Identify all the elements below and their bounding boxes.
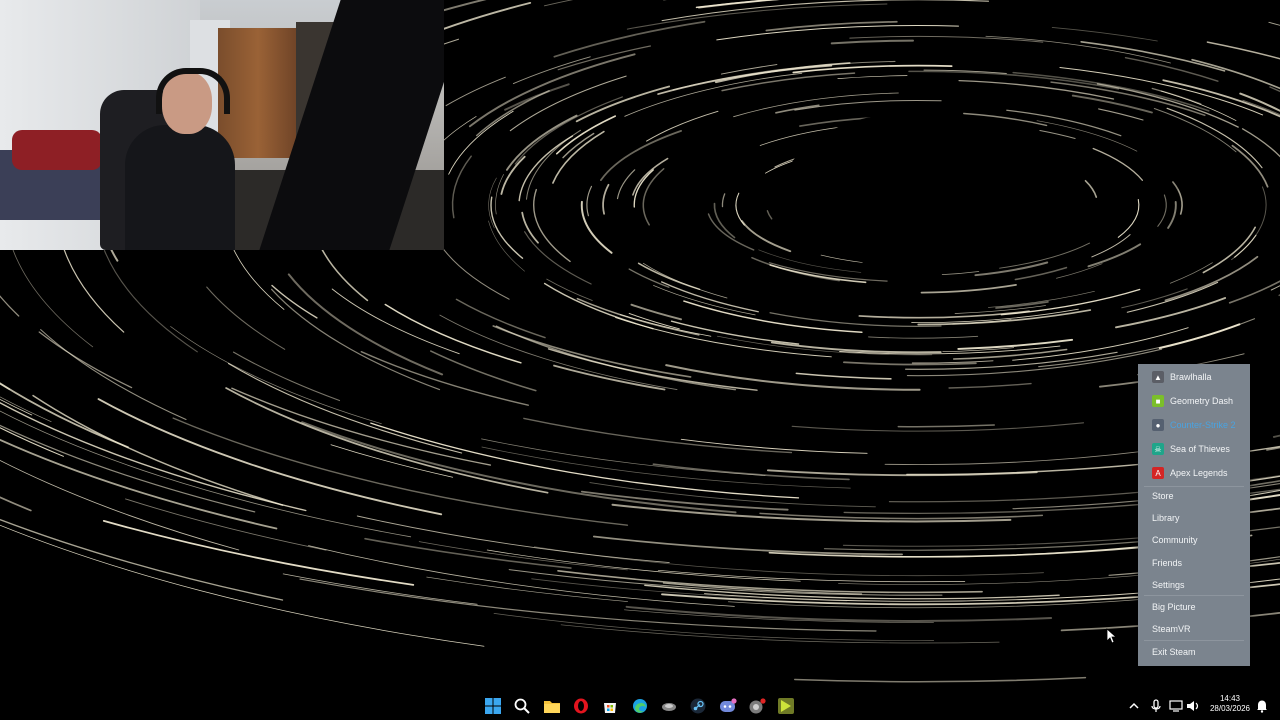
menu-game-label: Apex Legends [1170,468,1228,478]
clock-time: 14:43 [1219,694,1241,703]
search-icon[interactable] [512,696,532,716]
menu-item-library[interactable]: Library [1152,510,1242,526]
menu-game-apex-legends[interactable]: A Apex Legends [1138,463,1250,483]
menu-game-brawlhalla[interactable]: ▲ Brawlhalla [1138,367,1250,387]
file-explorer-icon[interactable] [542,696,562,716]
menu-item-settings[interactable]: Settings [1152,577,1242,593]
apex-legends-icon: A [1152,467,1164,479]
microphone-icon[interactable] [1146,696,1166,716]
menu-game-label: Geometry Dash [1170,396,1234,406]
volume-icon[interactable] [1183,696,1203,716]
app-icon-3[interactable] [776,696,796,716]
menu-game-geometry-dash[interactable]: ■ Geometry Dash [1138,391,1250,411]
menu-item-steamvr[interactable]: SteamVR [1152,621,1242,637]
webcam-overlay [0,0,444,250]
notification-icon[interactable] [1252,696,1272,716]
opera-icon[interactable] [571,696,591,716]
menu-item-community[interactable]: Community [1152,532,1242,548]
menu-game-label: Counter-Strike 2 [1170,420,1236,430]
black-hole [783,112,1053,268]
chevron-up-icon[interactable] [1124,696,1144,716]
menu-game-counter-strike-2[interactable]: ● Counter-Strike 2 [1138,415,1250,435]
app-icon-2[interactable] [747,696,767,716]
menu-separator [1144,595,1244,596]
menu-separator [1144,486,1244,487]
menu-item-big-picture[interactable]: Big Picture [1152,599,1242,615]
geometry-dash-icon: ■ [1152,395,1164,407]
microsoft-store-icon[interactable] [600,696,620,716]
menu-game-sea-of-thieves[interactable]: ☠ Sea of Thieves [1138,439,1250,459]
edge-icon[interactable] [630,696,650,716]
menu-item-exit-steam[interactable]: Exit Steam [1152,644,1242,660]
clock-date: 28/03/2026 [1209,704,1251,713]
discord-icon[interactable] [718,696,738,716]
steam-icon[interactable] [688,696,708,716]
app-icon[interactable] [659,696,679,716]
mouse-cursor-icon [1106,628,1118,644]
sea-of-thieves-icon: ☠ [1152,443,1164,455]
menu-game-label: Brawlhalla [1170,372,1212,382]
counter-strike-2-icon: ● [1152,419,1164,431]
menu-separator [1144,640,1244,641]
menu-item-friends[interactable]: Friends [1152,555,1242,571]
brawlhalla-icon: ▲ [1152,371,1164,383]
windows-start-icon[interactable] [483,696,503,716]
steam-tray-menu: ▲ Brawlhalla ■ Geometry Dash ● Counter-S… [1138,364,1250,666]
menu-game-label: Sea of Thieves [1170,444,1230,454]
menu-item-store[interactable]: Store [1152,488,1242,504]
taskbar-clock[interactable]: 14:43 28/03/2026 [1206,694,1254,714]
